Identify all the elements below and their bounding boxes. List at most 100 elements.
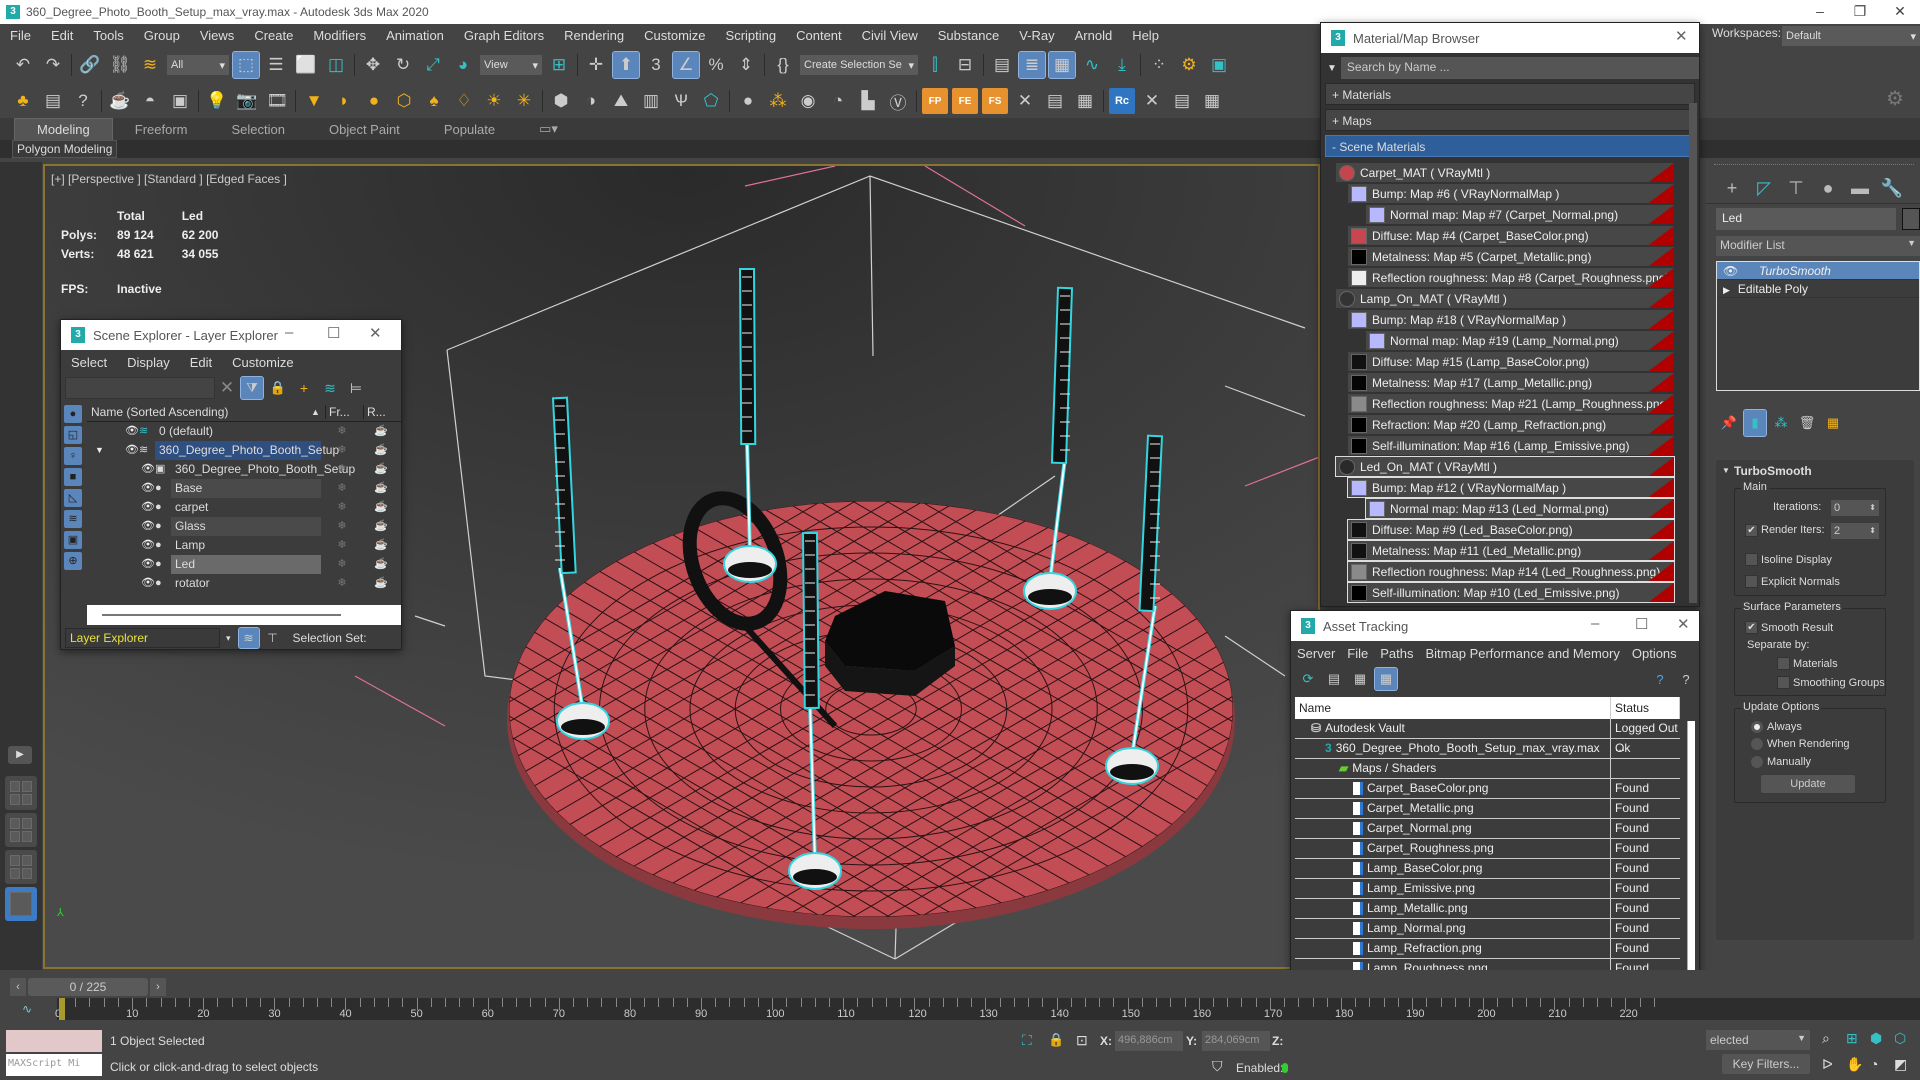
- render-teapot-icon[interactable]: ☕: [363, 422, 399, 441]
- freeze-icon[interactable]: ❄: [323, 479, 361, 498]
- rectangular-selection-icon[interactable]: ⬜: [293, 52, 319, 78]
- menu-civil-view[interactable]: Civil View: [852, 28, 928, 43]
- layer-row[interactable]: 👁 ● Led ❄ ☕: [87, 555, 401, 574]
- smoothing-groups-checkbox[interactable]: [1777, 676, 1790, 689]
- forest-pack-icon[interactable]: FP: [922, 88, 948, 114]
- teapot-icon[interactable]: ☕: [107, 88, 133, 114]
- enabled-indicator[interactable]: [1282, 1063, 1288, 1073]
- helper-filter-icon[interactable]: ◺: [64, 489, 82, 507]
- menu-bitmap-performance[interactable]: Bitmap Performance and Memory: [1420, 646, 1626, 661]
- table-icon[interactable]: ▤: [1042, 88, 1068, 114]
- visibility-eye-icon[interactable]: 👁: [125, 441, 139, 460]
- toggle-ribbon-icon[interactable]: ▦: [1048, 51, 1076, 79]
- map-item[interactable]: Bump: Map #6 ( VRayNormalMap ): [1347, 183, 1675, 204]
- key-selection-dropdown[interactable]: elected ▼: [1706, 1030, 1810, 1050]
- freeze-icon[interactable]: ❄: [323, 498, 361, 517]
- viewport-layout-tab[interactable]: [5, 850, 37, 884]
- smooth-result-checkbox[interactable]: ✔: [1745, 621, 1758, 634]
- bind-space-warp-icon[interactable]: ≋: [137, 52, 163, 78]
- select-manipulate-icon[interactable]: ✛: [583, 52, 609, 78]
- railclone-icon[interactable]: Rc: [1109, 88, 1135, 114]
- scene-tree-icon[interactable]: ♣: [10, 88, 36, 114]
- menu-tools[interactable]: Tools: [83, 28, 133, 43]
- menu-edit[interactable]: Edit: [180, 355, 222, 370]
- menu-help[interactable]: Help: [1122, 28, 1169, 43]
- render-teapot-icon[interactable]: ☕: [363, 479, 399, 498]
- materials-checkbox[interactable]: [1777, 657, 1790, 670]
- map-item[interactable]: Diffuse: Map #9 (Led_BaseColor.png): [1347, 519, 1675, 540]
- rendered-frame-window-icon[interactable]: ▣: [1206, 52, 1232, 78]
- create-tab-icon[interactable]: +: [1716, 178, 1748, 199]
- layer-row[interactable]: 👁 ● carpet ❄ ☕: [87, 498, 401, 517]
- scene-explorer-titlebar[interactable]: 3 Scene Explorer - Layer Explorer – ☐ ✕: [61, 320, 401, 350]
- xref-filter-icon[interactable]: ⊕: [64, 552, 82, 570]
- minimize-button[interactable]: –: [1591, 615, 1599, 632]
- named-selection-dropdown[interactable]: Create Selection Se ▾: [800, 55, 918, 75]
- asset-row[interactable]: Lamp_Normal.png Found: [1295, 919, 1680, 939]
- menu-options[interactable]: Options: [1626, 646, 1683, 661]
- tools-icon[interactable]: ✕: [1012, 88, 1038, 114]
- undo-icon[interactable]: ↶: [10, 52, 36, 78]
- menu-create[interactable]: Create: [244, 28, 303, 43]
- key-filters-button[interactable]: Key Filters...: [1722, 1054, 1810, 1074]
- sphere-light-icon[interactable]: ●: [361, 88, 387, 114]
- render-teapot-icon[interactable]: ☕: [363, 498, 399, 517]
- hierarchy-icon[interactable]: ⊨: [345, 375, 367, 401]
- scene-explorer-search-input[interactable]: [65, 377, 215, 399]
- isolate-selection-icon[interactable]: ⛶: [1022, 1032, 1032, 1049]
- previous-frame-button[interactable]: ‹: [10, 978, 26, 996]
- menu-server[interactable]: Server: [1291, 646, 1341, 661]
- map-item[interactable]: Normal map: Map #19 (Lamp_Normal.png): [1365, 330, 1675, 351]
- light-filter-icon[interactable]: ♀: [64, 447, 82, 465]
- column-frozen[interactable]: Fr...: [325, 404, 363, 419]
- snaps-toggle-icon[interactable]: 3: [643, 52, 669, 78]
- refresh-icon[interactable]: ⟳: [1297, 666, 1319, 692]
- geometry-filter-icon[interactable]: ●: [64, 405, 82, 423]
- hierarchy-tab-icon[interactable]: ⊤: [1780, 178, 1812, 199]
- visibility-eye-icon[interactable]: 👁: [141, 498, 155, 517]
- vray-plane-icon[interactable]: ⛰: [608, 88, 634, 114]
- modify-tab-icon[interactable]: ◸: [1748, 178, 1780, 199]
- ribbon-options-icon[interactable]: ▭▾: [517, 118, 580, 140]
- update-button[interactable]: Update: [1761, 775, 1855, 793]
- filter-icon[interactable]: ⧩: [240, 376, 264, 400]
- close-button[interactable]: ✕: [1677, 615, 1690, 633]
- visibility-eye-icon[interactable]: 👁: [141, 460, 155, 479]
- context-help-icon[interactable]: ?: [1675, 666, 1697, 692]
- visibility-eye-icon[interactable]: 👁: [141, 574, 155, 593]
- help-icon[interactable]: ?: [1649, 666, 1671, 692]
- customize-icon[interactable]: ⚙: [1886, 86, 1904, 111]
- toggle-layer-explorer-icon[interactable]: ≣: [1018, 51, 1046, 79]
- horizontal-scrollbar[interactable]: [87, 605, 401, 625]
- asset-row[interactable]: Lamp_Metallic.png Found: [1295, 899, 1680, 919]
- close-button[interactable]: ✕: [369, 324, 382, 342]
- expand-icon[interactable]: ▶: [8, 746, 32, 764]
- material-category[interactable]: + Maps: [1325, 109, 1695, 131]
- layer-row[interactable]: ▼ 👁 ≋ 360_Degree_Photo_Booth_Setup ❄ ☕: [87, 441, 401, 460]
- menu-group[interactable]: Group: [134, 28, 190, 43]
- display-tab-icon[interactable]: ▬: [1844, 178, 1876, 199]
- map-item[interactable]: Reflection roughness: Map #21 (Lamp_Roug…: [1347, 393, 1675, 414]
- film-icon[interactable]: 🎞: [264, 88, 290, 114]
- viewport-layout-tab[interactable]: [5, 776, 37, 810]
- map-item[interactable]: Refraction: Map #20 (Lamp_Refraction.png…: [1347, 414, 1675, 435]
- asset-row[interactable]: Lamp_Emissive.png Found: [1295, 879, 1680, 899]
- group-filter-icon[interactable]: ▣: [64, 531, 82, 549]
- freeze-icon[interactable]: ❄: [323, 441, 361, 460]
- orbit-icon[interactable]: ◔: [1870, 1056, 1878, 1072]
- menu-customize[interactable]: Customize: [222, 355, 303, 370]
- eye-icon[interactable]: 👁: [1723, 262, 1738, 280]
- ref-coord-dropdown[interactable]: View ▾: [480, 55, 542, 75]
- visibility-eye-icon[interactable]: 👁: [141, 479, 155, 498]
- column-renderable[interactable]: R...: [363, 404, 401, 419]
- map-item[interactable]: Self-illumination: Map #10 (Led_Emissive…: [1347, 582, 1675, 603]
- iterations-spinner[interactable]: 0 ⬍: [1831, 500, 1879, 516]
- shape-filter-icon[interactable]: ◱: [64, 426, 82, 444]
- pivot-icon[interactable]: ⊞: [546, 52, 572, 78]
- asset-row[interactable]: Carpet_BaseColor.png Found: [1295, 779, 1680, 799]
- zoom-all-icon[interactable]: ⊞: [1846, 1030, 1858, 1047]
- sky-icon[interactable]: ✳: [511, 88, 537, 114]
- freeze-icon[interactable]: ❄: [323, 536, 361, 555]
- material-item[interactable]: Led_On_MAT ( VRayMtl ): [1335, 456, 1675, 477]
- layer-row[interactable]: 👁 ● rotator ❄ ☕: [87, 574, 401, 593]
